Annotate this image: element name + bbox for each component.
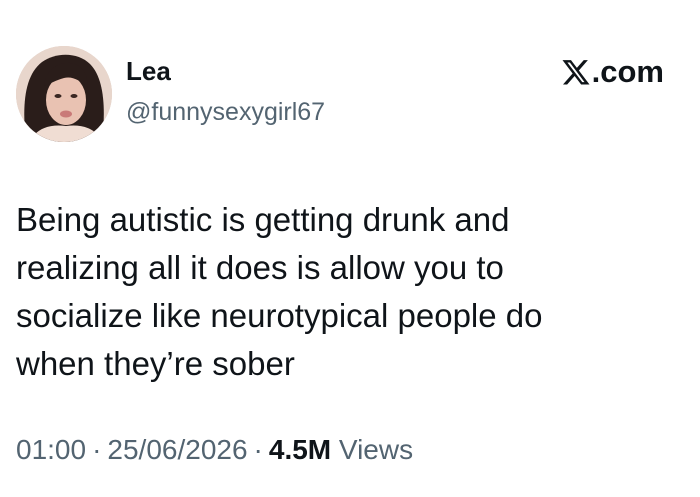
views-label: Views <box>338 434 414 465</box>
tweet-card: Lea @funnysexygirl67 .com Being autistic… <box>0 0 700 497</box>
avatar-image <box>16 46 112 142</box>
author-display-name[interactable]: Lea <box>126 58 171 84</box>
meta-separator: · <box>92 434 102 465</box>
author-handle[interactable]: @funnysexygirl67 <box>126 100 325 125</box>
x-logo-icon <box>561 57 591 87</box>
views-count: 4.5M <box>268 434 332 465</box>
tweet-time[interactable]: 01:00 <box>16 434 86 465</box>
tweet-text: Being autistic is getting drunk and real… <box>16 196 656 388</box>
site-mark-label: .com <box>591 54 664 89</box>
avatar[interactable] <box>16 46 112 142</box>
tweet-text-line: when they’re sober <box>16 345 295 382</box>
tweet-text-line: Being autistic is getting drunk and <box>16 201 510 238</box>
tweet-text-line: realizing all it does is allow you to <box>16 249 504 286</box>
site-mark: .com <box>561 56 664 87</box>
tweet-text-line: socialize like neurotypical people do <box>16 297 543 334</box>
tweet-date[interactable]: 25/06/2026 <box>107 434 247 465</box>
meta-separator: · <box>253 434 263 465</box>
tweet-meta: 01:00 · 25/06/2026 · 4.5M Views <box>16 436 413 464</box>
